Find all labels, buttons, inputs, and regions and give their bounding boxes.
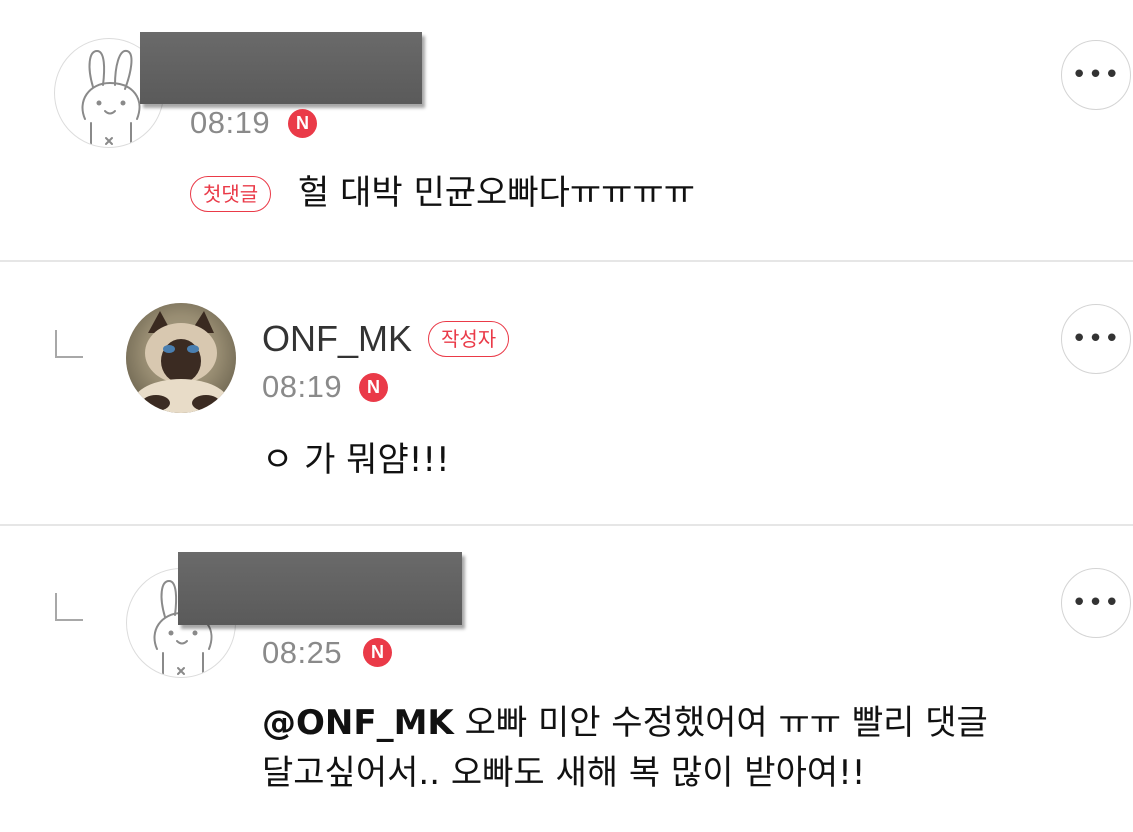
more-options-button[interactable]: ••• [1061,304,1131,374]
author-nickname[interactable]: ONF_MK [262,318,412,360]
more-dots-icon: ••• [1071,588,1121,618]
reply-arrow-icon [55,593,83,621]
new-badge: N [359,373,388,402]
comment-time: 08:25 [262,635,343,670]
new-badge: N [363,638,392,667]
comment-time: 08:19 [190,105,271,140]
more-options-button[interactable]: ••• [1061,40,1131,110]
author-avatar[interactable] [126,303,236,413]
comment-text-line: 달고싶어서.. 오빠도 새해 복 많이 받아여!! [262,753,866,793]
comment-time: 08:19 [262,369,343,404]
author-tag: 작성자 [428,321,510,357]
comment-text-line: @ONF_MK 오빠 미안 수정했어여 ㅠㅠ 빨리 댓글 [262,698,1102,748]
redacted-username [178,552,462,625]
reply-comment-item: ONF_MK 작성자 08:19 N ㅇ 가 뭐얌!!! ••• [0,262,1133,524]
redacted-username [140,32,422,104]
new-badge: N [288,109,317,138]
mention-link[interactable]: @ONF_MK [262,703,454,743]
more-dots-icon: ••• [1071,60,1121,90]
more-options-button[interactable]: ••• [1061,568,1131,638]
more-dots-icon: ••• [1071,324,1121,354]
reply-arrow-icon [55,330,83,358]
comment-item: 08:19 N 첫댓글 헐 대박 민균오빠다ㅠㅠㅠㅠ ••• [0,0,1133,260]
comment-text: 헐 대박 민균오빠다ㅠㅠㅠㅠ [298,173,695,213]
reply-comment-item: 08:25 N @ONF_MK 오빠 미안 수정했어여 ㅠㅠ 빨리 댓글 달고싶… [0,526,1133,832]
cat-photo-avatar [126,303,236,413]
comment-text: ㅇ 가 뭐얌!!! [262,440,450,480]
first-comment-tag: 첫댓글 [190,176,272,212]
comment-text: @ONF_MK 오빠 미안 수정했어여 ㅠㅠ 빨리 댓글 달고싶어서.. 오빠도… [262,698,1102,798]
comment-text-part: 오빠 미안 수정했어여 ㅠㅠ 빨리 댓글 [453,703,988,743]
